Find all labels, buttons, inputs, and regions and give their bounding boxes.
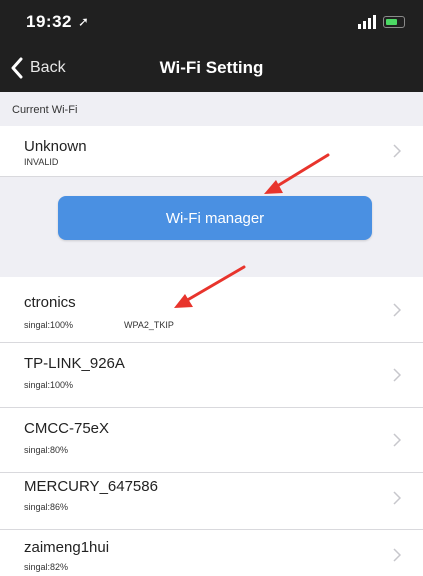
status-time: 19:32 xyxy=(26,12,72,31)
chevron-right-icon xyxy=(393,368,401,382)
network-name: CMCC-75eX xyxy=(24,420,110,437)
network-signal: singal:100% xyxy=(24,320,74,330)
current-network-name: Unknown xyxy=(24,138,87,155)
network-signal: singal:86% xyxy=(24,502,69,512)
signal-bars-icon xyxy=(358,15,376,29)
network-name: MERCURY_647586 xyxy=(24,478,158,495)
nav-bar: Back Wi-Fi Setting xyxy=(0,44,423,92)
location-arrow-icon: ➚ xyxy=(78,14,89,29)
wifi-manager-button[interactable]: Wi-Fi manager xyxy=(58,196,372,240)
network-row[interactable]: TP-LINK_926A singal:100% xyxy=(0,343,423,408)
chevron-right-icon xyxy=(393,303,401,317)
current-network-status: INVALID xyxy=(24,157,59,167)
battery-icon xyxy=(383,16,405,28)
section-header-current-wifi: Current Wi-Fi xyxy=(0,92,423,126)
current-network-row[interactable]: Unknown INVALID xyxy=(0,126,423,177)
network-name: zaimeng1hui xyxy=(24,539,110,556)
chevron-right-icon xyxy=(393,144,401,158)
network-row[interactable]: CMCC-75eX singal:80% xyxy=(0,408,423,473)
page-title: Wi-Fi Setting xyxy=(159,58,264,77)
network-name: TP-LINK_926A xyxy=(24,355,125,372)
chevron-right-icon xyxy=(393,548,401,562)
network-signal: singal:80% xyxy=(24,445,69,455)
network-row[interactable]: MERCURY_647586 singal:86% xyxy=(0,473,423,530)
network-row[interactable]: ctronics singal:100% WPA2_TKIP xyxy=(0,277,423,343)
network-signal: singal:82% xyxy=(24,562,69,572)
network-signal: singal:100% xyxy=(24,380,74,390)
network-security: WPA2_TKIP xyxy=(124,320,174,330)
chevron-right-icon xyxy=(393,491,401,505)
network-name: ctronics xyxy=(24,294,76,311)
chevron-right-icon xyxy=(393,433,401,447)
network-row[interactable]: zaimeng1hui singal:82% xyxy=(0,530,423,576)
section-header-label: Current Wi-Fi xyxy=(12,104,78,116)
status-bar: 19:32 ➚ xyxy=(0,0,423,44)
